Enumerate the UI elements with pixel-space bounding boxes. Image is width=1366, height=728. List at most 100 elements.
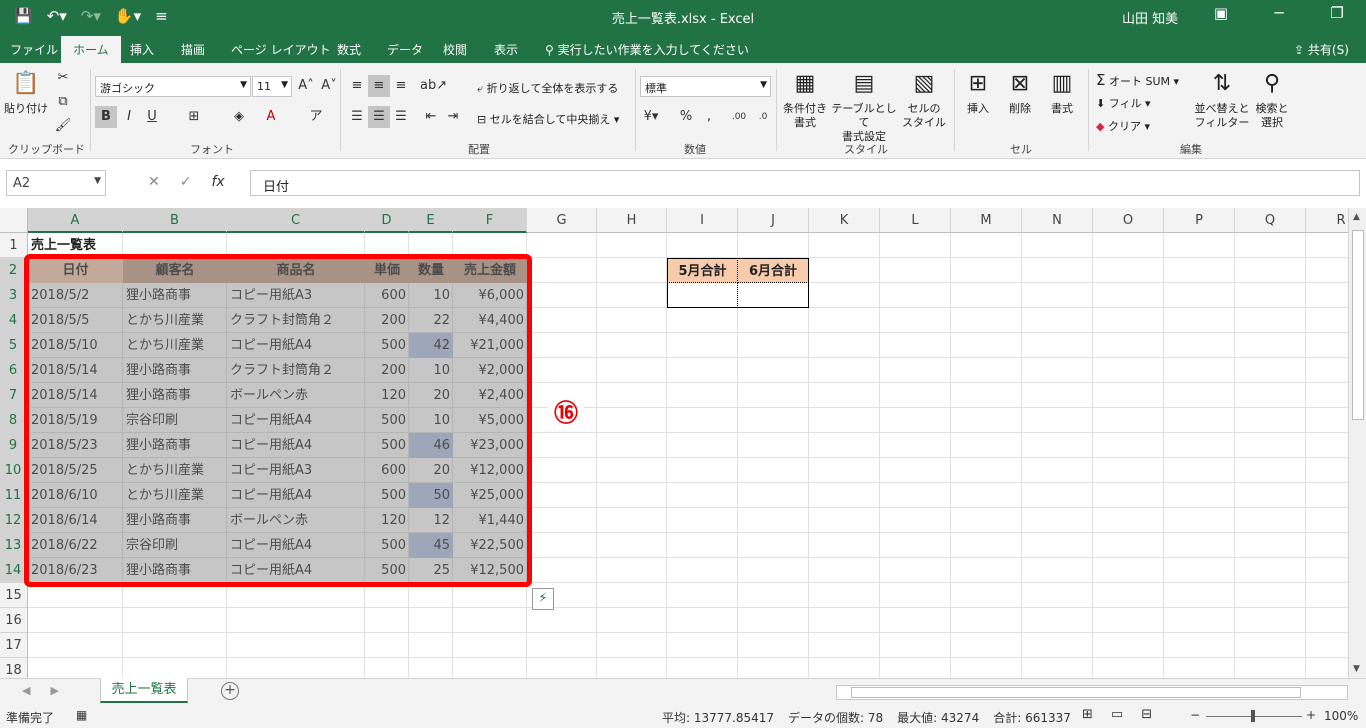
align-left-icon[interactable]: ☰ — [346, 106, 368, 128]
column-header-L[interactable]: L — [880, 208, 951, 233]
worksheet-grid[interactable]: A B C D E F G H I J K L M N O P Q R 1 2 3 4 5 6 7 8 9 10 11 12 13 14 15 1… — [0, 208, 1348, 678]
column-header-O[interactable]: O — [1093, 208, 1164, 233]
percent-icon[interactable]: % — [675, 106, 697, 128]
cell-styles-button[interactable]: ▧ セルの スタイル — [898, 69, 950, 130]
cancel-icon[interactable]: ✕ — [148, 174, 160, 190]
decrease-font-icon[interactable]: A˅ — [318, 75, 340, 97]
zoom-level[interactable]: 100% — [1324, 709, 1358, 723]
minimize-icon[interactable]: ─ — [1250, 4, 1308, 22]
insert-cells-button[interactable]: ⊞ 挿入 — [958, 69, 998, 116]
row-header-17[interactable]: 17 — [0, 633, 28, 658]
column-header-M[interactable]: M — [951, 208, 1022, 233]
column-header-E[interactable]: E — [409, 208, 453, 233]
column-header-N[interactable]: N — [1022, 208, 1093, 233]
font-name-select[interactable]: 游ゴシック ▼ — [95, 76, 251, 97]
column-header-I[interactable]: I — [667, 208, 738, 233]
scroll-down-icon[interactable]: ▼ — [1353, 664, 1360, 674]
summary-value-cell[interactable] — [667, 283, 738, 308]
quick-analysis-icon[interactable]: ⚡ — [532, 588, 554, 610]
autosum-button[interactable]: Σ オート SUM ▾ — [1096, 71, 1179, 89]
increase-indent-icon[interactable]: ⇥ — [442, 106, 464, 128]
paste-button[interactable]: 📋 貼り付け — [4, 69, 48, 116]
macro-record-icon[interactable]: ▦ — [76, 708, 87, 722]
tab-data[interactable]: データ — [387, 41, 423, 58]
name-box[interactable]: A2 ▼ — [6, 170, 106, 196]
font-size-select[interactable]: 11 ▼ — [252, 76, 292, 97]
tab-page-layout[interactable]: ページ レイアウト — [231, 41, 331, 58]
italic-button[interactable]: I — [118, 106, 140, 128]
column-header-G[interactable]: G — [527, 208, 597, 233]
increase-decimal-icon[interactable]: .00 — [728, 106, 750, 128]
align-center-icon[interactable]: ☰ — [368, 106, 390, 128]
copy-icon[interactable]: ⧉ — [52, 91, 74, 113]
phonetic-icon[interactable]: ア — [305, 106, 327, 128]
format-as-table-button[interactable]: ▤ テーブルとして 書式設定 — [830, 69, 898, 144]
page-layout-view-icon[interactable]: ▭ — [1111, 707, 1123, 722]
vertical-scrollbar[interactable]: ▲ ▼ — [1348, 208, 1366, 678]
align-right-icon[interactable]: ☰ — [390, 106, 412, 128]
next-sheet-icon[interactable]: ▶ — [50, 684, 58, 697]
user-name[interactable]: 山田 知美 — [1122, 8, 1178, 27]
decrease-decimal-icon[interactable]: .0 — [752, 106, 774, 128]
align-middle-icon[interactable]: ≡ — [368, 75, 390, 97]
page-break-view-icon[interactable]: ⊟ — [1141, 707, 1152, 722]
column-header-K[interactable]: K — [809, 208, 880, 233]
wrap-text-button[interactable]: ⤶ 折り返して全体を表示する — [477, 80, 618, 96]
zoom-out-icon[interactable]: − — [1190, 708, 1200, 722]
number-format-select[interactable]: 標準 ▼ — [640, 76, 771, 97]
clear-button[interactable]: ◆ クリア ▾ — [1096, 118, 1150, 134]
bold-button[interactable]: B — [95, 106, 117, 128]
column-header-F[interactable]: F — [453, 208, 527, 233]
align-top-icon[interactable]: ≡ — [346, 75, 368, 97]
format-cells-button[interactable]: ▥ 書式 — [1042, 69, 1082, 116]
column-header-R[interactable]: R — [1306, 208, 1348, 233]
zoom-slider-thumb[interactable] — [1251, 710, 1255, 722]
enter-icon[interactable]: ✓ — [180, 174, 192, 190]
column-header-C[interactable]: C — [227, 208, 365, 233]
normal-view-icon[interactable]: ⊞ — [1082, 707, 1093, 722]
formula-input[interactable]: 日付 — [250, 170, 1360, 196]
horizontal-scrollbar[interactable] — [836, 685, 1348, 700]
comma-icon[interactable]: , — [698, 106, 720, 128]
increase-font-icon[interactable]: A˄ — [295, 75, 317, 97]
tab-draw[interactable]: 描画 — [181, 41, 205, 58]
format-painter-icon[interactable]: 🖌 — [52, 115, 74, 137]
row-header-15[interactable]: 15 — [0, 583, 28, 608]
insert-function-icon[interactable]: fx — [211, 174, 224, 190]
column-header-A[interactable]: A — [28, 208, 123, 233]
column-header-P[interactable]: P — [1164, 208, 1235, 233]
sort-filter-button[interactable]: ⇅ 並べ替えと フィルター — [1194, 69, 1250, 130]
borders-icon[interactable]: ⊞ — [183, 106, 205, 128]
select-all-corner[interactable] — [0, 208, 28, 233]
row-header-1[interactable]: 1 — [0, 233, 28, 258]
row-header-16[interactable]: 16 — [0, 608, 28, 633]
tab-file[interactable]: ファイル — [10, 41, 58, 58]
cut-icon[interactable]: ✂ — [52, 67, 74, 89]
h-scroll-thumb[interactable] — [851, 687, 1301, 698]
find-select-button[interactable]: ⚲ 検索と 選択 — [1252, 69, 1292, 130]
tab-view[interactable]: 表示 — [494, 41, 518, 58]
align-bottom-icon[interactable]: ≡ — [390, 75, 412, 97]
tab-formulas[interactable]: 数式 — [337, 41, 361, 58]
column-header-B[interactable]: B — [123, 208, 227, 233]
share-button[interactable]: ⇪ 共有(S) — [1294, 41, 1349, 58]
tab-home[interactable]: ホーム — [61, 36, 121, 63]
restore-icon[interactable]: ❐ — [1308, 4, 1366, 22]
tab-review[interactable]: 校閲 — [443, 41, 467, 58]
font-color-icon[interactable]: A — [260, 106, 282, 128]
tell-me-box[interactable]: ⚲ 実行したい作業を入力してください — [545, 41, 749, 58]
scroll-thumb[interactable] — [1352, 230, 1364, 420]
tab-insert[interactable]: 挿入 — [130, 41, 154, 58]
conditional-format-button[interactable]: ▦ 条件付き 書式 — [780, 69, 830, 130]
ribbon-display-icon[interactable]: ▣ — [1192, 4, 1250, 22]
scroll-up-icon[interactable]: ▲ — [1353, 212, 1360, 222]
prev-sheet-icon[interactable]: ◀ — [22, 684, 30, 697]
sheet-tab[interactable]: 売上一覧表 — [100, 678, 188, 703]
zoom-in-icon[interactable]: + — [1306, 708, 1316, 722]
decrease-indent-icon[interactable]: ⇤ — [420, 106, 442, 128]
column-header-D[interactable]: D — [365, 208, 409, 233]
merge-center-button[interactable]: ⊟ セルを結合して中央揃え ▾ — [477, 111, 619, 127]
orientation-icon[interactable]: ab↗ — [420, 75, 447, 97]
underline-button[interactable]: U — [141, 106, 163, 128]
add-sheet-icon[interactable]: + — [221, 682, 239, 700]
